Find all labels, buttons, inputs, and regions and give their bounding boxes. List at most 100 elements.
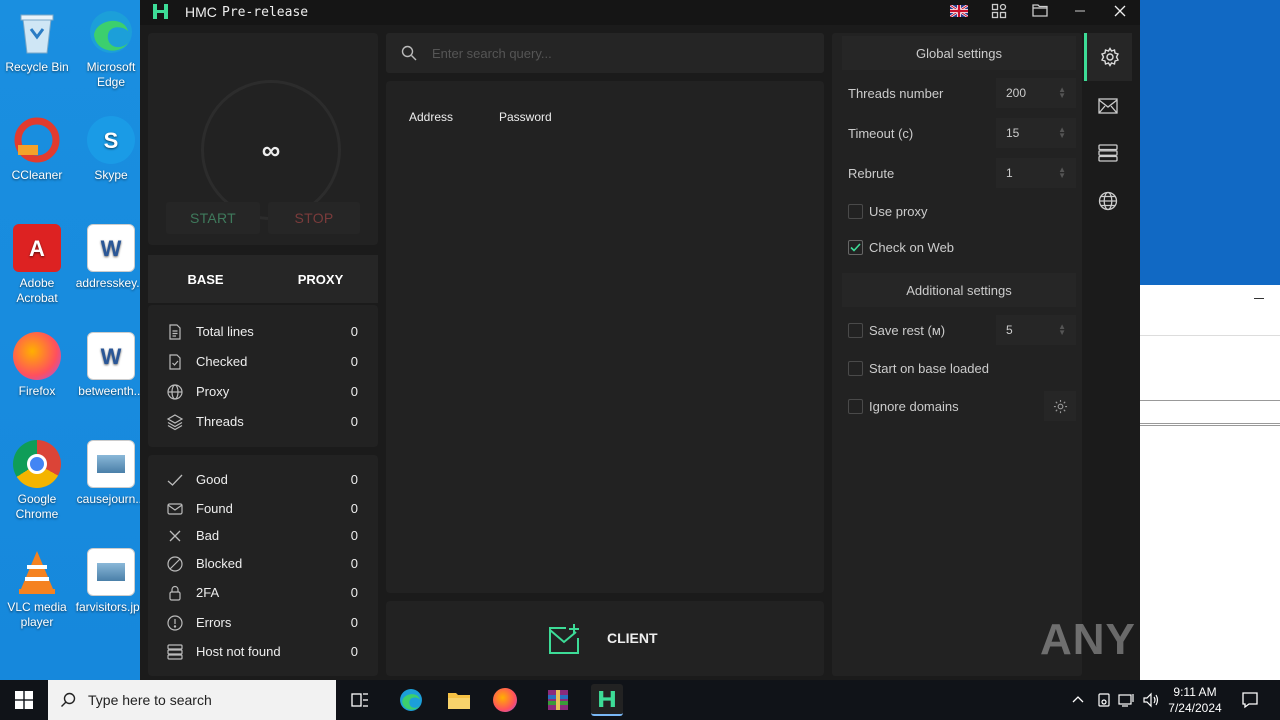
tab-proxy[interactable]: PROXY [263, 255, 378, 303]
desktop-icon-chrome[interactable]: Google Chrome [0, 440, 74, 522]
hmc-taskbar-icon[interactable] [591, 684, 623, 716]
edge-icon [87, 8, 135, 56]
mail-add-icon [549, 624, 579, 654]
stat-value: 0 [350, 384, 358, 399]
start-button-windows[interactable] [0, 680, 48, 720]
sidebar-item-mail[interactable] [1084, 82, 1132, 130]
check-on-web-checkbox[interactable] [848, 240, 863, 255]
client-label: CLIENT [607, 630, 658, 646]
language-flag-icon[interactable] [949, 3, 969, 21]
client-button[interactable]: CLIENT [386, 601, 824, 676]
start-on-base-checkbox[interactable] [848, 361, 863, 376]
save-rest-checkbox[interactable] [848, 323, 863, 338]
global-settings-header: Global settings [842, 36, 1076, 70]
spinner-icon[interactable]: ▲ ▼ [1058, 126, 1066, 140]
tab-base[interactable]: BASE [148, 255, 263, 303]
blocked-icon [167, 556, 183, 572]
check-on-web-label: Check on Web [869, 240, 955, 255]
sidebar-item-database[interactable] [1084, 129, 1132, 177]
spinner-icon[interactable]: ▲ ▼ [1058, 166, 1066, 180]
result-value: 0 [350, 615, 358, 630]
result-value: 0 [350, 472, 358, 487]
desktop-icon-acrobat[interactable]: A Adobe Acrobat [0, 224, 74, 306]
image-file-icon [87, 440, 135, 488]
result-value: 0 [350, 644, 358, 659]
spinner-icon[interactable]: ▲ ▼ [1058, 86, 1066, 100]
edge-taskbar-icon[interactable] [395, 684, 427, 716]
result-value: 0 [350, 501, 358, 516]
ignore-domains-checkbox[interactable] [848, 399, 863, 414]
result-host-not-found: Host not found 0 [148, 640, 378, 664]
desktop-icon-skype[interactable]: S Skype [74, 116, 148, 183]
desktop-icon-addresskey[interactable]: W addresskey... [74, 224, 148, 291]
desktop-icon-edge[interactable]: Microsoft Edge [74, 8, 148, 90]
desktop-icon-label: VLC media player [7, 600, 67, 629]
use-proxy-checkbox[interactable] [848, 204, 863, 219]
desktop-icon-ccleaner[interactable]: CCleaner [0, 116, 74, 183]
desktop-icon-label: Recycle Bin [5, 60, 69, 74]
sidebar-item-settings[interactable] [1084, 33, 1132, 81]
timeout-input[interactable]: 15 ▲ ▼ [996, 118, 1076, 148]
source-tabs: BASE PROXY [148, 255, 378, 303]
results-table[interactable]: Address Password [386, 81, 824, 593]
stop-button[interactable]: STOP [268, 202, 360, 234]
spinner-icon[interactable]: ▲ ▼ [1058, 323, 1066, 337]
recycle-bin-icon [13, 8, 61, 56]
server-icon [1098, 144, 1118, 162]
close-button[interactable] [1111, 3, 1129, 21]
file-icon [169, 324, 181, 340]
desktop-icon-label: Firefox [18, 384, 56, 398]
firefox-taskbar-icon[interactable] [493, 688, 517, 712]
desktop-icon-causejourn[interactable]: causejourn... [74, 440, 148, 507]
chevron-up-icon[interactable] [1072, 694, 1084, 704]
rebrute-label: Rebrute [848, 166, 895, 181]
control-panel: ∞ START STOP [148, 33, 378, 245]
desktop-icon-recycle-bin[interactable]: Recycle Bin [0, 8, 74, 75]
desktop-icon-firefox[interactable]: Firefox [0, 332, 74, 399]
search-bar [386, 33, 824, 73]
save-rest-input[interactable]: 5 ▲ ▼ [996, 315, 1076, 345]
skype-icon: S [87, 116, 135, 164]
minimize-button[interactable] [1071, 3, 1089, 21]
stat-proxy: Proxy 0 [148, 380, 378, 404]
volume-icon[interactable] [1142, 692, 1160, 708]
save-rest-label: Save rest (м) [869, 323, 946, 338]
winrar-icon[interactable] [542, 684, 574, 716]
search-icon [61, 692, 76, 707]
rebrute-input[interactable]: 1 ▲ ▼ [996, 158, 1076, 188]
sidebar-item-proxy[interactable] [1084, 177, 1132, 225]
taskbar-search[interactable]: Type here to search [48, 680, 336, 720]
stat-value: 0 [350, 354, 358, 369]
stat-label: Proxy [196, 384, 230, 399]
title-bar[interactable]: HMC Pre-release [140, 0, 1140, 25]
task-view-icon[interactable] [344, 684, 376, 716]
desktop-icon-vlc[interactable]: VLC media player [0, 548, 74, 630]
use-proxy-label: Use proxy [869, 204, 928, 219]
search-input[interactable] [432, 43, 802, 63]
timeout-value: 15 [1006, 126, 1020, 140]
additional-settings-header: Additional settings [842, 273, 1076, 307]
desktop-icon-farvisitors[interactable]: farvisitors.jpg [74, 548, 148, 615]
threads-label: Threads number [848, 86, 944, 101]
lock-icon [169, 585, 181, 601]
network-icon[interactable] [1118, 692, 1136, 708]
file-explorer-icon[interactable] [443, 684, 475, 716]
desktop-icon-label: Microsoft Edge [86, 60, 136, 89]
column-header-password[interactable]: Password [499, 110, 552, 124]
desktop-icon-betweenth[interactable]: W betweenth... [74, 332, 148, 399]
device-icon[interactable] [1096, 692, 1112, 708]
ignore-domains-settings-button[interactable] [1044, 391, 1076, 421]
windows-logo-icon [15, 691, 33, 709]
check-icon [167, 474, 183, 486]
notifications-icon[interactable] [1234, 684, 1266, 716]
settings-sidebar [1084, 33, 1132, 676]
apps-icon[interactable] [990, 3, 1008, 21]
desktop-icon-label: Skype [94, 168, 128, 182]
column-header-address[interactable]: Address [409, 110, 453, 124]
start-button[interactable]: START [166, 202, 260, 234]
threads-input[interactable]: 200 ▲ ▼ [996, 78, 1076, 108]
clock[interactable]: 9:11 AM 7/24/2024 [1160, 684, 1230, 716]
result-blocked: Blocked 0 [148, 552, 378, 576]
watermark: ANY RUN [1040, 615, 1247, 664]
folder-icon[interactable] [1031, 3, 1049, 21]
